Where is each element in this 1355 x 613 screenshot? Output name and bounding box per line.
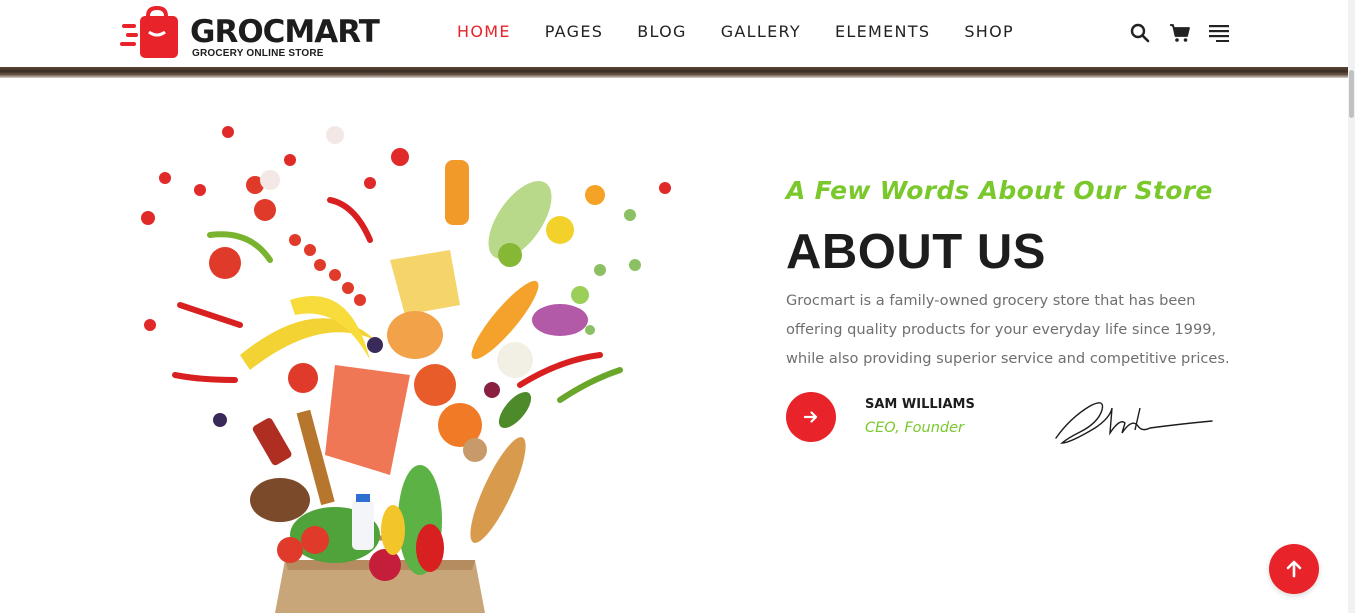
nav-item-elements[interactable]: ELEMENTS — [818, 22, 947, 42]
menu-icon[interactable] — [1208, 22, 1230, 44]
page-scrollbar[interactable] — [1348, 0, 1355, 613]
about-tagline: A Few Words About Our Store — [786, 176, 1213, 205]
search-icon[interactable] — [1129, 22, 1151, 44]
nav-item-gallery[interactable]: GALLERY — [704, 22, 818, 42]
founder-name: SAM WILLIAMS — [865, 397, 975, 412]
scrollbar-thumb[interactable] — [1349, 70, 1354, 118]
about-heading: ABOUT US — [786, 225, 1046, 279]
arrow-right-icon — [804, 411, 818, 423]
nav-item-home[interactable]: HOME — [440, 22, 528, 42]
signature-image — [1055, 402, 1213, 444]
founder-role: CEO, Founder — [865, 420, 965, 436]
shopping-bag-logo-icon — [120, 6, 178, 58]
brand-subtitle: GROCERY ONLINE STORE — [192, 48, 324, 59]
back-to-top-button[interactable] — [1269, 544, 1319, 594]
brand-name: GROCMART — [190, 14, 380, 50]
nav-item-pages[interactable]: PAGES — [528, 22, 620, 42]
about-description: Grocmart is a family-owned grocery store… — [786, 292, 1230, 367]
main-nav: HOME PAGES BLOG GALLERY ELEMENTS SHOP — [440, 22, 1031, 42]
site-header: GROCMART GROCERY ONLINE STORE HOME PAGES… — [0, 0, 1348, 67]
grocery-produce-image — [141, 126, 671, 613]
header-wood-strip — [0, 67, 1348, 78]
arrow-up-icon — [1286, 560, 1302, 578]
nav-item-blog[interactable]: BLOG — [620, 22, 704, 42]
logo[interactable]: GROCMART GROCERY ONLINE STORE — [120, 6, 380, 62]
cart-icon[interactable] — [1169, 22, 1191, 44]
read-more-button[interactable] — [786, 392, 836, 442]
nav-item-shop[interactable]: SHOP — [947, 22, 1031, 42]
